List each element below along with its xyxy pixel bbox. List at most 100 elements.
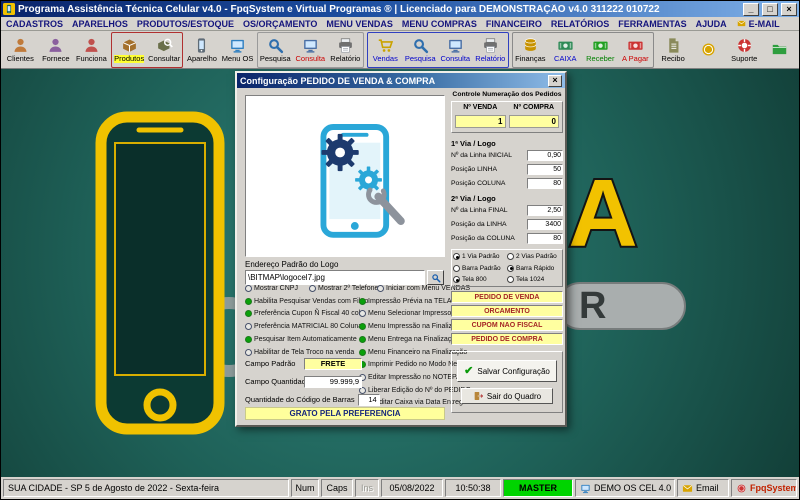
field-input-posicao-coluna[interactable] [527, 177, 563, 189]
toolbar-button-caixa[interactable]: CAIXA [548, 33, 583, 67]
menu-item-menu-vendas[interactable]: MENU VENDAS [326, 19, 393, 29]
radio-2-vias-padrao[interactable]: 2 Vias Padrão [507, 253, 561, 260]
toolbar-button-produtos[interactable]: Produtos [112, 33, 147, 67]
option-indicator [245, 285, 252, 292]
barcode-length-input[interactable] [357, 393, 380, 406]
brand-cell[interactable]: FpqSystem [731, 479, 797, 497]
option-impressao-previa-na-tela[interactable]: Impressão Prévia na TELA [359, 298, 452, 305]
doc-type-pedido-de-venda[interactable]: PEDIDO DE VENDA [451, 291, 563, 303]
option-menu-selecionar-impressora[interactable]: Menu Selecionar Impressora [359, 310, 458, 317]
doc-type-orcamento[interactable]: ORCAMENTO [451, 305, 563, 317]
maximize-button[interactable]: □ [762, 2, 778, 16]
option-habilita-pesquisar-vendas-com-filtro[interactable]: Habilita Pesquisar Vendas com Filtro [245, 298, 368, 305]
option-mostrar-cnpj[interactable]: Mostrar CNPJ [245, 285, 298, 292]
dialog-title-bar[interactable]: Configuração PEDIDO DE VENDA & COMPRA × [237, 73, 565, 88]
field-input-posicao-da-linha[interactable] [527, 218, 563, 230]
doc-type-pedido-de-compra[interactable]: PEDIDO DE COMPRA [451, 333, 563, 345]
status-clock: 10:50:38 [445, 479, 501, 497]
menu-item-financeiro[interactable]: FINANCEIRO [486, 19, 542, 29]
radio-label: 2 Vias Padrão [516, 253, 557, 260]
via2-rows: Nº da Linha FINAL Posição da LINHA Posição… [451, 203, 563, 245]
barcode-length-row: Quantidade do Código de Barras [245, 393, 380, 406]
toolbar-button-label: Relatório [475, 53, 506, 63]
option-preferencia-cupon-n-fiscal-40-col[interactable]: Preferência Cupon Ñ Fiscal 40 col [245, 310, 360, 317]
menu-item-ferramentas[interactable]: FERRAMENTAS [618, 19, 686, 29]
campo-padrao-input[interactable] [304, 357, 362, 370]
toolbar-group-os: Pesquisa Consulta Relatório [256, 31, 364, 68]
toolbar-button-suporte[interactable]: Suporte [727, 33, 762, 67]
toolbar-button-relatorio[interactable]: Relatório [473, 33, 508, 67]
toolbar-button-recibo[interactable]: Recibo [656, 33, 691, 67]
menu-item-produtos-estoque[interactable]: PRODUTOS/ESTOQUE [137, 19, 234, 29]
toolbar-button-receber[interactable]: Receber [583, 33, 618, 67]
toolbar-button-funciona[interactable]: Funciona [74, 33, 109, 67]
option-mostrar-2-telefone[interactable]: Mostrar 2º Telefone [309, 285, 378, 292]
toolbar-button-financas[interactable]: Finanças [513, 33, 548, 67]
via-row: Posição COLUNA [451, 176, 563, 190]
browse-logo-button[interactable] [427, 270, 444, 285]
monitor-icon [302, 37, 319, 54]
save-config-button[interactable]: ✔ Salvar Configuração [457, 360, 557, 382]
toolbar-button-consultar[interactable]: Consultar [147, 33, 182, 67]
toolbar-button-fornece[interactable]: Fornece [39, 33, 74, 67]
option-editar-impressao-no-notepad[interactable]: Editar Impressão no NOTEPAD [359, 374, 466, 381]
venda-number-input[interactable] [455, 114, 506, 128]
field-input-n-da-linha-final[interactable] [527, 204, 563, 216]
via-row: Nº da Linha FINAL [451, 203, 563, 217]
application-window: Programa Assistência Técnica Celular v4.… [0, 0, 800, 500]
via1-rows: Nº da Linha INICIAL Posição LINHA Posição … [451, 148, 563, 190]
option-menu-entrega-na-finalizacao[interactable]: Menu Entrega na Finalização [359, 336, 459, 343]
toolbar-button-relatorio[interactable]: Relatório [328, 33, 363, 67]
toolbar-button-consulta[interactable]: Consulta [293, 33, 328, 67]
campo-padrao-row: Campo Padrão [245, 357, 362, 370]
toolbar-button-label: Recibo [661, 53, 685, 63]
compra-number-input[interactable] [508, 114, 559, 128]
logo-path-input[interactable] [245, 270, 425, 285]
menu-item-e-mail[interactable]: E-MAIL [736, 19, 780, 29]
toolbar-button-pesquisa[interactable]: Pesquisa [403, 33, 438, 67]
radio-tela-1024[interactable]: Tela 1024 [507, 276, 561, 283]
doc-type-cupom-nao-fiscal[interactable]: CUPOM NAO FISCAL [451, 319, 563, 331]
radio-row: Tela 800 Tela 1024 [453, 276, 561, 283]
menu-item-os-orcamento[interactable]: OS/ORÇAMENTO [243, 19, 317, 29]
cart-icon [377, 37, 394, 54]
campo-quantidade-input[interactable] [304, 375, 362, 388]
toolbar-button-aparelho[interactable]: Aparelho [185, 33, 220, 67]
menu-item-cadastros[interactable]: CADASTROS [6, 19, 63, 29]
document-type-fields: PEDIDO DE VENDA ORCAMENTO CUPOM NAO FISCAL… [451, 291, 563, 345]
campo-quantidade-row: Campo Quantidade [245, 375, 362, 388]
menu-item-aparelhos[interactable]: APARELHOS [72, 19, 128, 29]
menu-item-menu-compras[interactable]: MENU COMPRAS [402, 19, 477, 29]
minimize-button[interactable]: _ [743, 2, 759, 16]
field-input-posicao-da-coluna[interactable] [527, 232, 563, 244]
toolbar-button-coin-icon[interactable] [691, 33, 726, 67]
menu-item-relatorios[interactable]: RELATÓRIOS [551, 19, 609, 29]
field-input-n-da-linha-inicial[interactable] [527, 149, 563, 161]
field-input-posicao-linha[interactable] [527, 163, 563, 175]
option-label: Preferência MATRICIAL 80 Colunas [254, 323, 366, 330]
toolbar-button-label: Consulta [440, 53, 471, 63]
radio-tela-800[interactable]: Tela 800 [453, 276, 507, 283]
radio-1-via-padrao[interactable]: 1 Via Padrão [453, 253, 507, 260]
dialog-buttons-box: ✔ Salvar Configuração Sair do Quadro [451, 351, 563, 413]
close-button[interactable]: × [781, 2, 797, 16]
exit-dialog-label: Sair do Quadro [486, 391, 542, 401]
dialog-close-button[interactable]: × [548, 74, 562, 87]
toolbar-button-menu-os[interactable]: Menu OS [220, 33, 255, 67]
coin-icon [700, 41, 717, 58]
exit-dialog-button[interactable]: Sair do Quadro [461, 388, 553, 404]
toolbar-button-pesquisa[interactable]: Pesquisa [258, 33, 293, 67]
radio-barra-rapido[interactable]: Barra Rápido [507, 264, 561, 272]
toolbar-button-vendas[interactable]: Vendas [368, 33, 403, 67]
toolbar-button-folder-icon[interactable] [763, 33, 798, 67]
option-preferencia-matricial-80-colunas[interactable]: Preferência MATRICIAL 80 Colunas [245, 323, 366, 330]
menu-item-ajuda[interactable]: AJUDA [696, 19, 727, 29]
email-status-cell[interactable]: Email [677, 479, 729, 497]
option-habilitar-de-tela-troco-na-venda[interactable]: Habilitar de Tela Troco na venda [245, 349, 354, 356]
statusbar-location: SUA CIDADE - SP 5 de Agosto de 2022 - Se… [3, 479, 289, 497]
toolbar-button-consulta[interactable]: Consulta [438, 33, 473, 67]
option-pesquisar-item-automaticamente[interactable]: Pesquisar Item Automaticamente [245, 336, 357, 343]
radio-barra-padrao[interactable]: Barra Padrão [453, 264, 507, 272]
toolbar-button-a-pagar[interactable]: A Pagar [618, 33, 653, 67]
toolbar-button-clientes[interactable]: Clientes [3, 33, 38, 67]
